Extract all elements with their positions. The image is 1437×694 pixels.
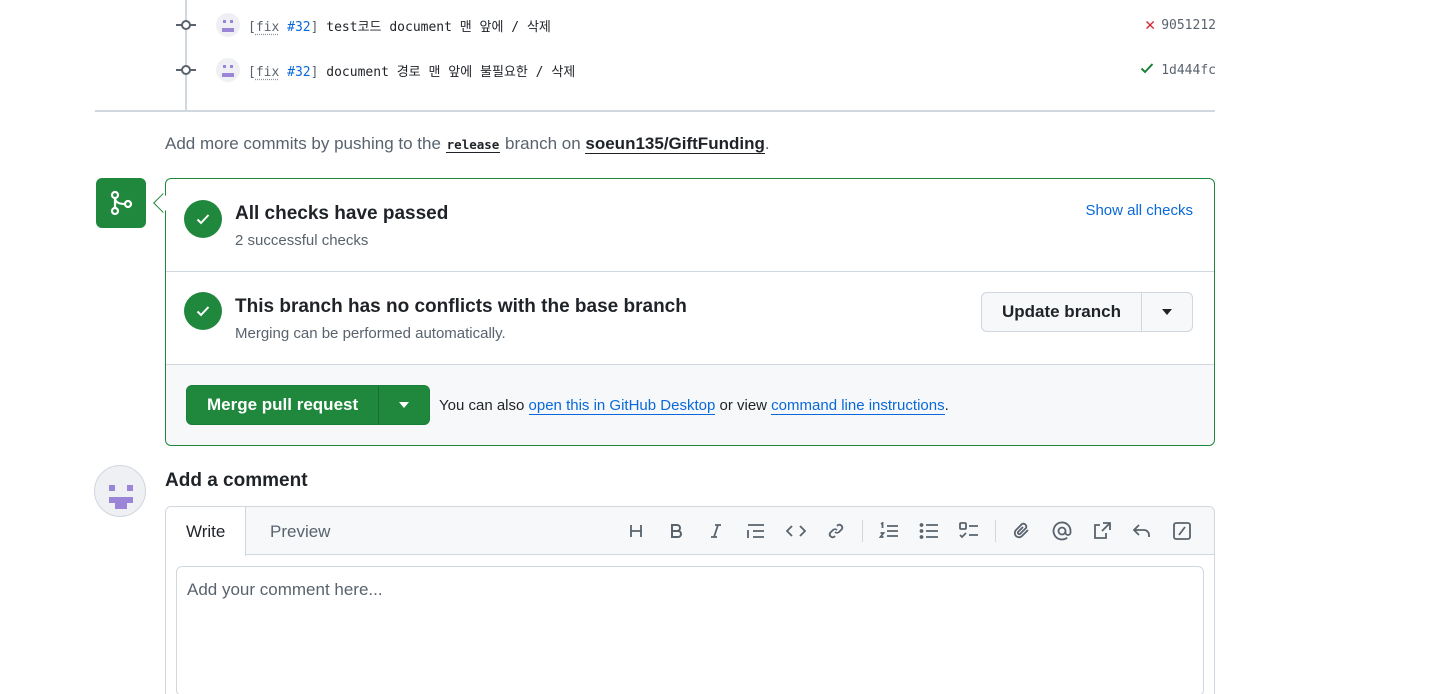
check-icon[interactable] bbox=[1139, 60, 1155, 80]
caret-down-icon bbox=[1162, 309, 1172, 315]
commit-message[interactable]: [fix #32] document 경로 맨 앞에 불필요한 / 삭제 bbox=[248, 61, 575, 80]
x-icon[interactable]: ✕ bbox=[1145, 16, 1155, 34]
commit-sha[interactable]: 1d444fc bbox=[1161, 63, 1216, 78]
commit-node-icon bbox=[176, 15, 196, 35]
update-branch-button-group: Update branch bbox=[980, 292, 1193, 332]
avatar[interactable] bbox=[216, 13, 240, 37]
check-circle-icon bbox=[184, 200, 222, 238]
italic-icon[interactable] bbox=[696, 516, 736, 546]
comment-editor: Write Preview Add your comment here... bbox=[165, 506, 1215, 694]
git-merge-icon bbox=[96, 178, 146, 228]
commit-message-text[interactable]: document 경로 맨 앞에 불필요한 / 삭제 bbox=[326, 65, 575, 80]
merge-pull-request-button[interactable]: Merge pull request bbox=[187, 386, 380, 424]
command-line-link[interactable]: command line instructions bbox=[771, 397, 945, 415]
editor-header: Write Preview bbox=[166, 507, 1214, 556]
push-note: Add more commits by pushing to the relea… bbox=[165, 134, 770, 154]
ordered-list-icon[interactable] bbox=[869, 516, 909, 546]
conflicts-section: This branch has no conflicts with the ba… bbox=[166, 272, 1214, 365]
show-all-checks-link[interactable]: Show all checks bbox=[1085, 202, 1193, 219]
bold-icon[interactable] bbox=[656, 516, 696, 546]
task-list-icon[interactable] bbox=[949, 516, 989, 546]
code-icon[interactable] bbox=[776, 516, 816, 546]
update-branch-dropdown[interactable] bbox=[1142, 293, 1192, 331]
toolbar-divider bbox=[862, 520, 863, 542]
checks-title: All checks have passed bbox=[235, 203, 449, 224]
unordered-list-icon[interactable] bbox=[909, 516, 949, 546]
link-icon[interactable] bbox=[816, 516, 856, 546]
commit-message-text[interactable]: test코드 document 맨 앞에 / 삭제 bbox=[326, 20, 551, 35]
commit-sha[interactable]: 9051212 bbox=[1161, 18, 1216, 33]
checks-section: All checks have passed 2 successful chec… bbox=[166, 179, 1214, 272]
issue-link[interactable]: #32 bbox=[287, 20, 310, 35]
slash-command-icon[interactable] bbox=[1162, 516, 1202, 546]
tab-write[interactable]: Write bbox=[166, 507, 247, 556]
merge-alternatives: You can also open this in GitHub Desktop… bbox=[439, 397, 949, 415]
commit-row: [fix #32] test코드 document 맨 앞에 / 삭제 ✕ 90… bbox=[176, 10, 1216, 40]
commit-message[interactable]: [fix #32] test코드 document 맨 앞에 / 삭제 bbox=[248, 16, 551, 35]
github-desktop-link[interactable]: open this in GitHub Desktop bbox=[528, 397, 716, 415]
caret-down-icon bbox=[399, 402, 410, 408]
avatar[interactable] bbox=[94, 465, 146, 517]
mention-icon[interactable] bbox=[1042, 516, 1082, 546]
checks-subtitle: 2 successful checks bbox=[235, 232, 369, 249]
markdown-toolbar bbox=[616, 516, 1202, 546]
tab-preview[interactable]: Preview bbox=[250, 507, 350, 556]
conflicts-subtitle: Merging can be performed automatically. bbox=[235, 325, 506, 342]
merge-button-group: Merge pull request bbox=[186, 385, 431, 425]
repo-link[interactable]: soeun135/GiftFunding bbox=[585, 134, 765, 154]
merge-method-dropdown[interactable] bbox=[379, 386, 429, 424]
add-comment-title: Add a comment bbox=[165, 470, 308, 491]
commit-node-icon bbox=[176, 60, 196, 80]
commit-status: ✕ 9051212 bbox=[1145, 10, 1216, 40]
reply-icon[interactable] bbox=[1122, 516, 1162, 546]
toolbar-divider bbox=[995, 520, 996, 542]
avatar[interactable] bbox=[216, 58, 240, 82]
commit-tag-fix: fix bbox=[255, 64, 280, 80]
branch-name[interactable]: release bbox=[445, 137, 501, 153]
merge-section: Merge pull request You can also open thi… bbox=[166, 365, 1214, 445]
conflicts-title: This branch has no conflicts with the ba… bbox=[235, 296, 687, 317]
attach-icon[interactable] bbox=[1002, 516, 1042, 546]
commit-row: [fix #32] document 경로 맨 앞에 불필요한 / 삭제 1d4… bbox=[176, 55, 1216, 85]
check-circle-icon bbox=[184, 292, 222, 330]
quote-icon[interactable] bbox=[736, 516, 776, 546]
commit-tag-fix: fix bbox=[255, 19, 280, 35]
commit-status: 1d444fc bbox=[1139, 55, 1216, 85]
issue-link[interactable]: #32 bbox=[287, 65, 310, 80]
divider bbox=[95, 110, 1215, 112]
comment-textarea[interactable]: Add your comment here... bbox=[176, 566, 1204, 694]
heading-icon[interactable] bbox=[616, 516, 656, 546]
cross-reference-icon[interactable] bbox=[1082, 516, 1122, 546]
merge-box: All checks have passed 2 successful chec… bbox=[165, 178, 1215, 446]
update-branch-button[interactable]: Update branch bbox=[982, 293, 1142, 331]
